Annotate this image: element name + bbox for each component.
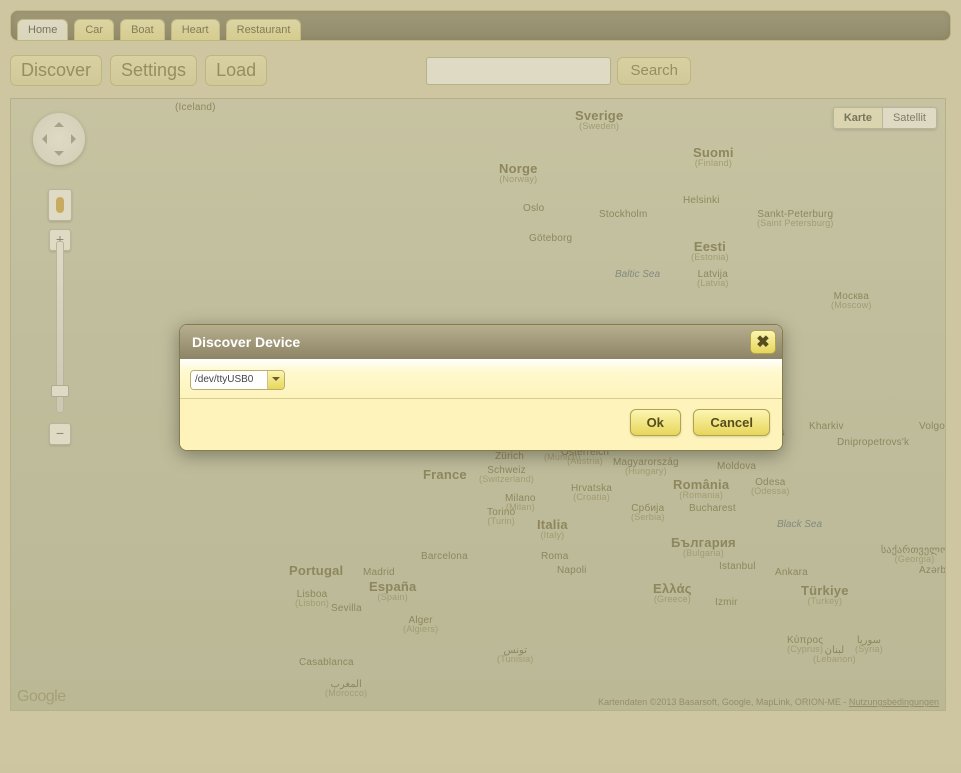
dialog-body [180,359,782,399]
dialog-cancel-button[interactable]: Cancel [693,409,770,436]
close-icon: ✖ [756,332,769,352]
device-combo [190,370,285,390]
dialog-header[interactable]: Discover Device ✖ [180,325,782,359]
discover-device-dialog: Discover Device ✖ Ok Cancel [179,324,783,451]
device-combo-trigger[interactable] [267,371,284,389]
device-combo-input[interactable] [191,371,267,389]
dialog-close-button[interactable]: ✖ [750,330,776,354]
dialog-footer: Ok Cancel [180,399,782,450]
dialog-ok-button[interactable]: Ok [630,409,681,436]
dialog-title: Discover Device [192,334,300,350]
